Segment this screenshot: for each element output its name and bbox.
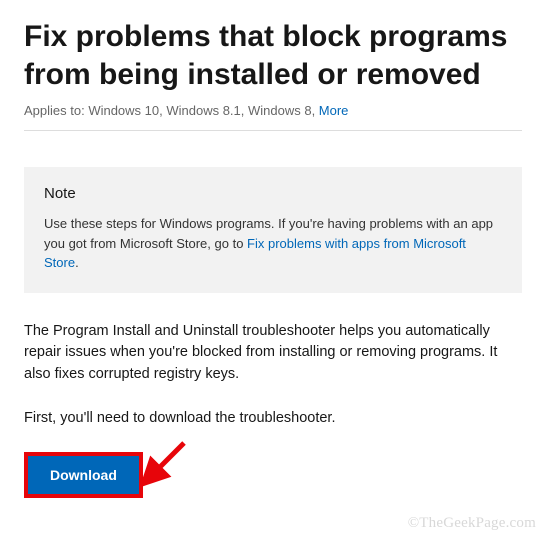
body-paragraph-2: First, you'll need to download the troub… — [24, 408, 522, 430]
note-text: Use these steps for Windows programs. If… — [44, 214, 502, 273]
body-paragraph-1: The Program Install and Uninstall troubl… — [24, 321, 522, 386]
note-text-suffix: . — [75, 255, 79, 270]
applies-to-text: Applies to: Windows 10, Windows 8.1, Win… — [24, 103, 319, 118]
annotation-arrow-icon — [142, 437, 192, 487]
applies-to-line: Applies to: Windows 10, Windows 8.1, Win… — [24, 103, 522, 131]
note-box: Note Use these steps for Windows program… — [24, 167, 522, 293]
download-highlight-box: Download — [24, 452, 143, 499]
page-title: Fix problems that block programs from be… — [24, 18, 522, 93]
note-heading: Note — [44, 185, 502, 202]
more-link[interactable]: More — [319, 103, 349, 118]
watermark: ©TheGeekPage.com — [408, 515, 536, 532]
download-button[interactable]: Download — [28, 456, 139, 495]
